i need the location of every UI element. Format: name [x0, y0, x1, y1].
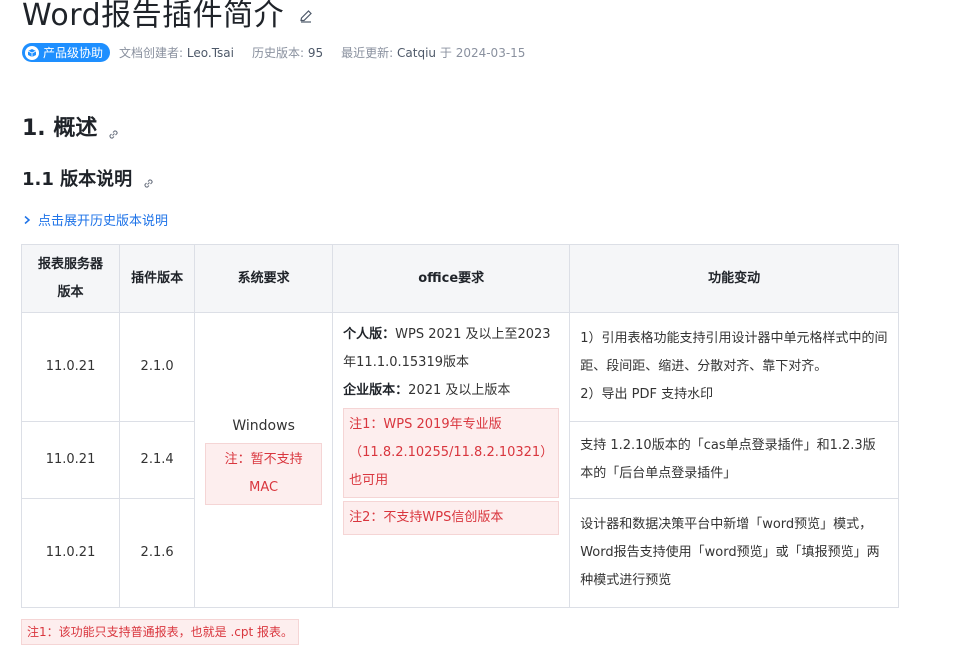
change-item: 2）导出 PDF 支持水印 [580, 387, 714, 402]
office-personal-label: 个人版： [343, 327, 396, 342]
cell-plugin-version: 2.1.6 [119, 498, 196, 608]
updated-sep: 于 [439, 46, 452, 60]
badge-label: 产品级协助 [43, 46, 104, 60]
header-text: 功能变动 [708, 270, 761, 286]
version-table: 报表服务器版本 插件版本 系统要求 office要求 功能变动 11.0.21 … [20, 244, 899, 608]
creator-meta: 文档创建者: Leo.Tsai [119, 44, 234, 61]
header-changes: 功能变动 [569, 244, 899, 313]
chevron-right-icon [24, 215, 31, 224]
section-heading-version: 1.1 版本说明 [22, 165, 155, 191]
cell-plugin-version: 2.1.4 [119, 421, 196, 499]
cell-changes: 1）引用表格功能支持引用设计器中单元格样式中的间距、段间距、缩进、分散对齐、靠下… [569, 312, 899, 422]
edit-icon[interactable] [298, 8, 314, 24]
change-item: 支持 1.2.10版本的「cas单点登录插件」和1.2.3版本的「后台单点登录插… [580, 438, 876, 481]
cell-changes: 支持 1.2.10版本的「cas单点登录插件」和1.2.3版本的「后台单点登录插… [569, 421, 899, 499]
header-text: office要求 [418, 270, 485, 286]
cell-plugin-version: 2.1.0 [119, 312, 196, 422]
page-title: Word报告插件简介 [22, 0, 285, 33]
office-note-1: 注1：WPS 2019年专业版（11.8.2.10255/11.8.2.1032… [343, 408, 560, 498]
system-note: 注：暂不支持MAC [205, 443, 323, 505]
history-meta[interactable]: 历史版本: 95 [252, 44, 323, 61]
expand-history-label: 点击展开历史版本说明 [38, 214, 169, 229]
change-item: 设计器和数据决策平台中新增「word预览」模式，Word报告支持使用「word预… [580, 517, 880, 588]
header-text: 插件版本 [131, 270, 184, 286]
updated-date: 2024-03-15 [455, 46, 526, 60]
header-system-req: 系统要求 [194, 244, 334, 313]
header-plugin-version: 插件版本 [119, 244, 196, 313]
header-text: 报表服务器版本 [38, 256, 104, 300]
office-note-2: 注2：不支持WPS信创版本 [343, 501, 560, 535]
section-heading-text: 1. 概述 [22, 116, 98, 141]
expand-history-toggle[interactable]: 点击展开历史版本说明 [22, 210, 168, 229]
system-os: Windows [232, 418, 295, 434]
cube-icon [25, 45, 39, 60]
table-row: 11.0.21 2.1.0 Windows 注：暂不支持MAC 个人版：WPS … [20, 312, 899, 608]
cell-server-version: 11.0.21 [20, 498, 121, 608]
table-header-row: 报表服务器版本 插件版本 系统要求 office要求 功能变动 [20, 244, 899, 313]
history-count: 95 [307, 46, 324, 60]
creator-label: 文档创建者: [119, 46, 184, 60]
cell-server-version: 11.0.21 [20, 421, 121, 499]
link-icon[interactable] [142, 174, 155, 188]
header-server-version: 报表服务器版本 [20, 244, 121, 313]
change-item: 1）引用表格功能支持引用设计器中单元格样式中的间距、段间距、缩进、分散对齐、靠下… [580, 331, 888, 374]
link-icon[interactable] [107, 122, 120, 139]
office-enterprise-label: 企业版本： [343, 383, 409, 398]
header-text: 系统要求 [237, 270, 290, 286]
office-enterprise-value: 2021 及以上版本 [408, 383, 511, 398]
cell-changes: 设计器和数据决策平台中新增「word预览」模式，Word报告支持使用「word预… [569, 498, 899, 608]
cell-office-req: 个人版：WPS 2021 及以上至2023年11.1.0.15319版本 企业版… [332, 312, 571, 608]
updated-meta: 最近更新: Catqiu 于 2024-03-15 [341, 44, 525, 61]
updater-name[interactable]: Catqiu [397, 46, 436, 60]
product-badge[interactable]: 产品级协助 [22, 43, 111, 62]
creator-name[interactable]: Leo.Tsai [187, 46, 234, 60]
header-office-req: office要求 [332, 244, 571, 313]
office-enterprise: 企业版本：2021 及以上版本 [343, 377, 559, 405]
updated-label: 最近更新: [341, 46, 394, 60]
office-personal: 个人版：WPS 2021 及以上至2023年11.1.0.15319版本 [343, 321, 559, 377]
cell-system-req: Windows 注：暂不支持MAC [194, 312, 334, 608]
title-row: Word报告插件简介 [22, 0, 314, 34]
cell-server-version: 11.0.21 [20, 312, 121, 422]
section-heading-overview: 1. 概述 [22, 110, 120, 142]
subsection-heading-text: 1.1 版本说明 [22, 169, 133, 190]
doc-meta: 产品级协助 文档创建者: Leo.Tsai 历史版本: 95 最近更新: Cat… [22, 43, 543, 62]
footnote-note: 注1：该功能只支持普通报表，也就是 .cpt 报表。 [21, 619, 299, 645]
history-label: 历史版本: [251, 46, 305, 60]
